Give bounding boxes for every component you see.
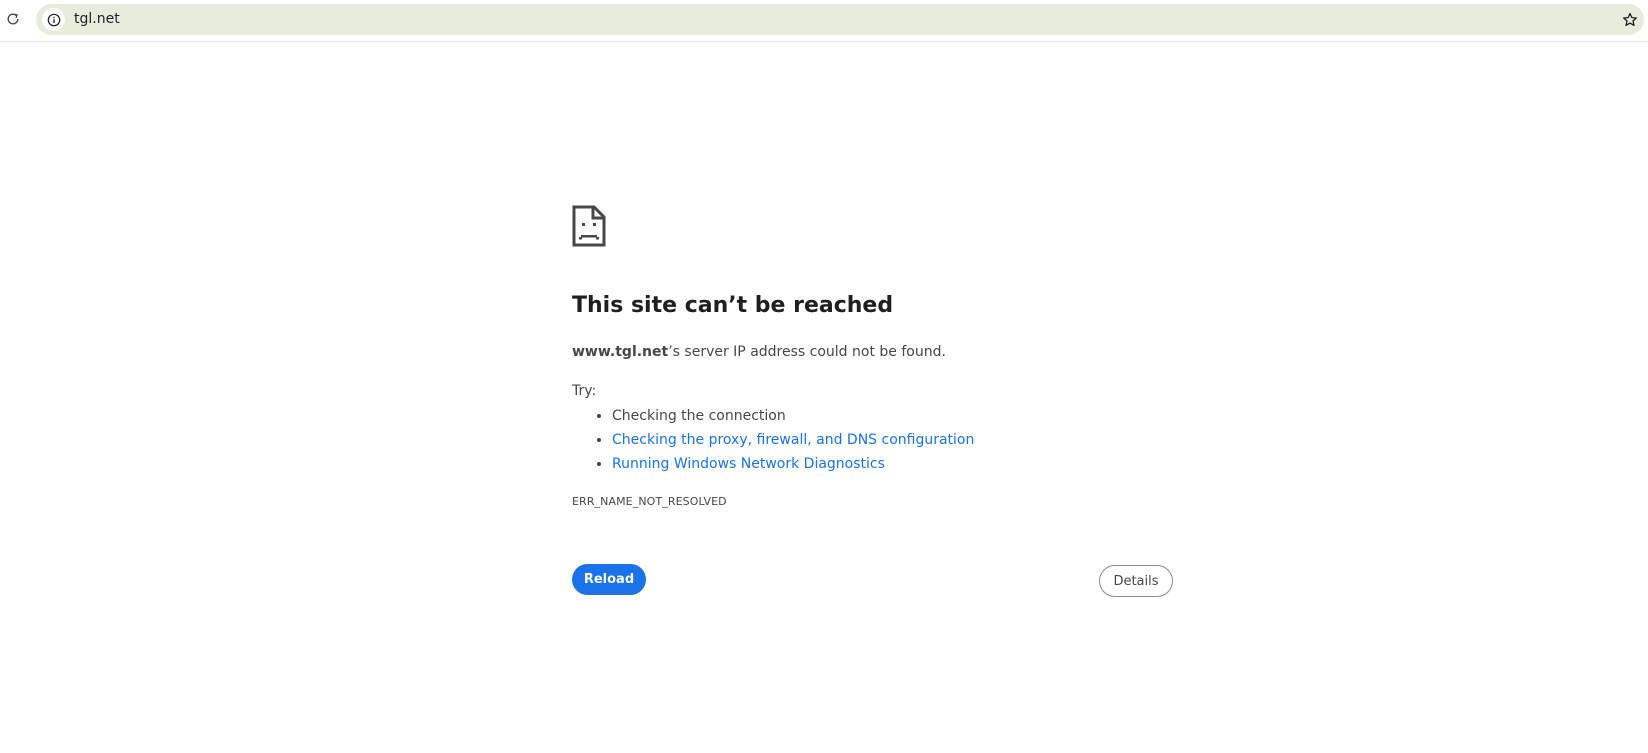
- suggestion-check-connection: Checking the connection: [612, 408, 786, 424]
- error-code: ERR_NAME_NOT_RESOLVED: [572, 495, 727, 508]
- suggestion-item: Running Windows Network Diagnostics: [612, 452, 974, 476]
- suggestion-item: Checking the proxy, firewall, and DNS co…: [612, 428, 974, 452]
- info-icon[interactable]: [42, 8, 65, 31]
- address-bar[interactable]: tgl.net: [36, 4, 1644, 35]
- reload-icon[interactable]: [2, 8, 24, 30]
- error-host: www.tgl.net: [572, 344, 669, 360]
- reload-button[interactable]: Reload: [572, 564, 646, 595]
- suggestion-proxy-link[interactable]: Checking the proxy, firewall, and DNS co…: [612, 432, 974, 448]
- page-title: This site can’t be reached: [572, 293, 894, 318]
- try-label: Try:: [572, 383, 597, 399]
- error-summary: www.tgl.net’s server IP address could no…: [572, 343, 946, 361]
- suggestions-list: Checking the connection Checking the pro…: [572, 404, 974, 476]
- suggestion-item: Checking the connection: [612, 404, 974, 428]
- suggestion-diagnostics-link[interactable]: Running Windows Network Diagnostics: [612, 456, 885, 472]
- error-summary-text: ’s server IP address could not be found.: [668, 344, 946, 360]
- url-text[interactable]: tgl.net: [74, 11, 120, 28]
- browser-toolbar: tgl.net: [0, 0, 1648, 42]
- star-icon[interactable]: [1620, 10, 1640, 30]
- details-button[interactable]: Details: [1099, 565, 1173, 597]
- sad-page-icon: [572, 205, 606, 247]
